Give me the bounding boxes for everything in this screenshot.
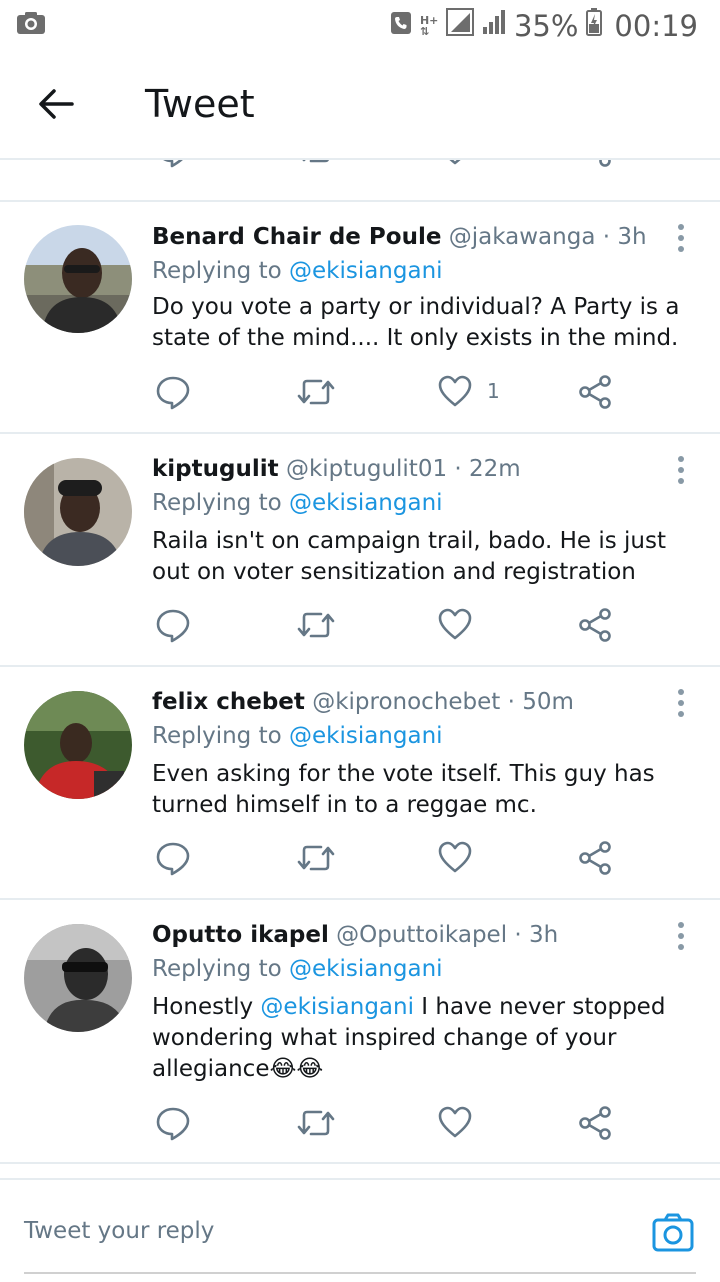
- tweet-actions: 1: [0, 374, 720, 414]
- tweet-text-prefix: Honestly: [152, 994, 261, 1020]
- share-icon[interactable]: [578, 1105, 612, 1141]
- replying-to-mention[interactable]: @ekisiangani: [289, 723, 443, 749]
- tweet-actions: [0, 1105, 720, 1145]
- battery-icon: [586, 8, 603, 43]
- retweet-icon[interactable]: [297, 1105, 335, 1141]
- more-options-icon[interactable]: [678, 689, 686, 722]
- network-type-icon: H+ ⇅: [419, 13, 439, 38]
- replying-to: Replying to @ekisiangani: [152, 258, 443, 284]
- status-bar: H+ ⇅ 35% 00:19: [0, 0, 720, 50]
- user-handle[interactable]: @kipronochebet: [312, 689, 500, 715]
- page-title: Tweet: [145, 82, 255, 126]
- reply-input-underline: [24, 1272, 696, 1274]
- tweet-item[interactable]: Oputto ikapel @Oputtoikapel · 3h Replyin…: [0, 900, 720, 1164]
- battery-percent: 35%: [513, 8, 579, 43]
- share-icon[interactable]: [578, 160, 612, 168]
- replying-to-label: Replying to: [152, 956, 289, 982]
- share-icon[interactable]: [578, 840, 612, 876]
- like-icon[interactable]: [437, 840, 473, 874]
- tweet-actions: [0, 607, 720, 647]
- signal-sim1-icon: [445, 8, 474, 43]
- replying-to: Replying to @ekisiangani: [152, 490, 443, 516]
- avatar[interactable]: [24, 225, 132, 333]
- replying-to-mention[interactable]: @ekisiangani: [289, 956, 443, 982]
- avatar[interactable]: [24, 924, 132, 1032]
- app-bar: Tweet: [0, 50, 720, 158]
- tweet-mention[interactable]: @ekisiangani: [260, 994, 414, 1020]
- camera-icon[interactable]: [652, 1212, 694, 1256]
- call-icon: [390, 9, 412, 42]
- tweet-text: Even asking for the vote itself. This gu…: [152, 761, 655, 818]
- tweet-text: Do you vote a party or individual? A Par…: [152, 294, 680, 351]
- tweet-time: 3h: [529, 922, 559, 948]
- reply-icon[interactable]: [155, 1105, 191, 1141]
- reply-icon[interactable]: [155, 160, 191, 168]
- reply-icon[interactable]: [155, 840, 191, 876]
- user-handle[interactable]: @kiptugulit01: [286, 456, 447, 482]
- reply-input[interactable]: Tweet your reply: [24, 1218, 214, 1244]
- user-handle[interactable]: @jakawanga: [449, 224, 596, 250]
- display-name[interactable]: Oputto ikapel: [152, 922, 329, 948]
- tweet-time: 3h: [617, 224, 647, 250]
- avatar[interactable]: [24, 458, 132, 566]
- like-count: 1: [487, 379, 500, 403]
- like-icon[interactable]: 2: [437, 160, 500, 166]
- retweet-icon[interactable]: [297, 374, 335, 410]
- tweet-header: Benard Chair de Poule @jakawanga · 3h: [152, 224, 647, 250]
- display-name[interactable]: kiptugulit: [152, 456, 279, 482]
- like-count: 2: [487, 160, 500, 161]
- tweet-text: Raila isn't on campaign trail, bado. He …: [152, 528, 666, 585]
- retweet-icon[interactable]: [297, 160, 335, 168]
- tweet-actions: [0, 840, 720, 880]
- tweet-header: kiptugulit @kiptugulit01 · 22m: [152, 456, 521, 482]
- reply-icon[interactable]: [155, 607, 191, 643]
- display-name[interactable]: felix chebet: [152, 689, 305, 715]
- avatar[interactable]: [24, 691, 132, 799]
- replying-to-label: Replying to: [152, 490, 289, 516]
- share-icon[interactable]: [578, 607, 612, 643]
- tweet-text: Honestly @ekisiangani I have never stopp…: [152, 992, 700, 1085]
- tweet-header: Oputto ikapel @Oputtoikapel · 3h: [152, 922, 559, 948]
- tweet-time: 50m: [522, 689, 574, 715]
- back-arrow-icon[interactable]: [36, 84, 76, 128]
- tweet-time: 22m: [469, 456, 521, 482]
- reply-composer: Tweet your reply: [0, 1178, 720, 1282]
- tweet-item[interactable]: felix chebet @kipronochebet · 50m Replyi…: [0, 667, 720, 900]
- display-name[interactable]: Benard Chair de Poule: [152, 224, 441, 250]
- like-button[interactable]: 1: [437, 374, 500, 408]
- like-icon[interactable]: [437, 607, 473, 641]
- more-options-icon[interactable]: [678, 224, 686, 257]
- more-options-icon[interactable]: [678, 922, 686, 955]
- like-icon: [438, 375, 472, 407]
- more-options-icon[interactable]: [678, 456, 686, 489]
- share-icon[interactable]: [578, 374, 612, 410]
- signal-sim2-icon: [482, 9, 506, 42]
- screenshot-camera-icon: [16, 10, 46, 43]
- replying-to-label: Replying to: [152, 723, 289, 749]
- retweet-icon[interactable]: [297, 607, 335, 643]
- user-handle[interactable]: @Oputtoikapel: [336, 922, 507, 948]
- replying-to: Replying to @ekisiangani: [152, 723, 443, 749]
- replying-to-label: Replying to: [152, 258, 289, 284]
- reply-icon[interactable]: [155, 374, 191, 410]
- tweet-item[interactable]: kiptugulit @kiptugulit01 · 22m Replying …: [0, 434, 720, 667]
- tweet-item[interactable]: Benard Chair de Poule @jakawanga · 3h Re…: [0, 202, 720, 434]
- replying-to-mention[interactable]: @ekisiangani: [289, 490, 443, 516]
- retweet-icon[interactable]: [297, 840, 335, 876]
- tweet-header: felix chebet @kipronochebet · 50m: [152, 689, 574, 715]
- replying-to-mention[interactable]: @ekisiangani: [289, 258, 443, 284]
- like-icon[interactable]: [437, 1105, 473, 1139]
- replying-to: Replying to @ekisiangani: [152, 956, 443, 982]
- clock: 00:19: [614, 8, 698, 43]
- previous-tweet-actions: 2: [0, 160, 720, 200]
